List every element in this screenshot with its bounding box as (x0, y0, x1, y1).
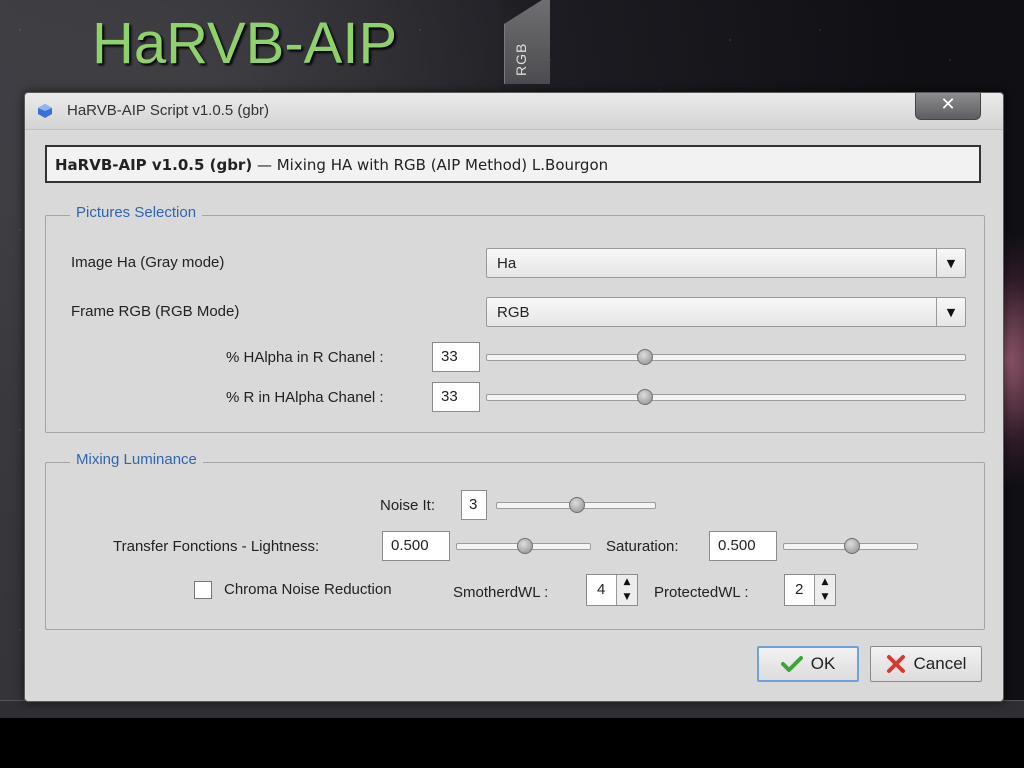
script-header: HaRVB-AIP v1.0.5 (gbr) — Mixing HA with … (45, 145, 981, 183)
r-halpha-slider[interactable] (486, 389, 966, 405)
title-bar[interactable]: HaRVB-AIP Script v1.0.5 (gbr) ✕ (25, 93, 1003, 130)
saturation-label: Saturation: (606, 538, 679, 555)
mixing-luminance-legend: Mixing Luminance (70, 451, 203, 468)
chevron-up-icon[interactable]: ▲ (617, 575, 637, 590)
pictures-selection-legend: Pictures Selection (70, 204, 203, 221)
script-header-description: — Mixing HA with RGB (AIP Method) L.Bour… (252, 156, 609, 174)
chroma-noise-label: Chroma Noise Reduction (224, 581, 392, 598)
chevron-up-icon[interactable]: ▲ (815, 575, 835, 590)
pictures-selection-group: Pictures Selection Image Ha (Gray mode) … (45, 204, 985, 433)
noise-slider[interactable] (496, 497, 656, 513)
check-icon (780, 656, 803, 672)
smothered-wl-spinbox[interactable]: 4 ▲ ▼ (586, 574, 638, 606)
noise-label: Noise It: (380, 497, 436, 514)
lightness-slider[interactable] (456, 538, 591, 554)
frame-rgb-label: Frame RGB (RGB Mode) (71, 303, 240, 320)
slider-thumb[interactable] (569, 497, 585, 513)
protected-wl-label: ProtectedWL : (654, 584, 749, 601)
slider-thumb[interactable] (637, 389, 654, 405)
close-button[interactable]: ✕ (915, 93, 981, 120)
chevron-down-icon[interactable]: ▼ (815, 590, 835, 605)
cancel-label: Cancel (913, 654, 967, 673)
chevron-down-icon[interactable]: ▼ (936, 298, 965, 326)
chevron-down-icon[interactable]: ▼ (617, 590, 637, 605)
slider-thumb[interactable] (843, 538, 860, 554)
frame-rgb-value: RGB (497, 304, 530, 321)
protected-wl-value: 2 (795, 581, 804, 598)
background-strip (0, 700, 1024, 718)
slide-title: HaRVB-AIP (92, 11, 398, 76)
image-ha-combo[interactable]: Ha ▼ (486, 248, 966, 278)
slider-thumb[interactable] (637, 349, 654, 365)
slider-track (486, 354, 966, 361)
image-ha-label: Image Ha (Gray mode) (71, 254, 225, 271)
smothered-wl-value: 4 (597, 581, 606, 598)
ok-label: OK (810, 654, 836, 673)
image-ha-value: Ha (497, 255, 517, 272)
protected-wl-spinbox[interactable]: 2 ▲ ▼ (784, 574, 836, 606)
slider-track (486, 394, 966, 401)
spin-buttons[interactable]: ▲ ▼ (814, 575, 835, 605)
chevron-down-icon[interactable]: ▼ (936, 249, 965, 277)
r-halpha-input[interactable]: 33 (432, 382, 480, 412)
mixing-luminance-group: Mixing Luminance Noise It: 3 Transfer Fo… (45, 451, 985, 630)
script-header-name: HaRVB-AIP v1.0.5 (gbr) (55, 156, 253, 174)
cancel-button[interactable]: Cancel (870, 646, 982, 682)
window-title: HaRVB-AIP Script v1.0.5 (gbr) (67, 102, 270, 119)
saturation-input[interactable]: 0.500 (709, 531, 777, 561)
r-halpha-label: % R in HAlpha Chanel : (226, 389, 384, 406)
cancel-x-icon (886, 655, 905, 673)
spin-buttons[interactable]: ▲ ▼ (616, 575, 637, 605)
halpha-r-label: % HAlpha in R Chanel : (226, 349, 384, 366)
chroma-noise-checkbox[interactable] (194, 581, 212, 599)
slider-thumb[interactable] (516, 538, 533, 554)
saturation-slider[interactable] (783, 538, 918, 554)
script-dialog: HaRVB-AIP Script v1.0.5 (gbr) ✕ HaRVB-AI… (24, 92, 1004, 702)
lightness-label: Transfer Fonctions - Lightness: (113, 538, 320, 555)
rgb-side-tab-label: RGB (513, 42, 529, 76)
smothered-wl-label: SmotherdWL : (453, 584, 549, 601)
halpha-r-slider[interactable] (486, 349, 966, 365)
ok-button[interactable]: OK (757, 646, 859, 682)
frame-rgb-combo[interactable]: RGB ▼ (486, 297, 966, 327)
noise-input[interactable]: 3 (461, 490, 487, 520)
halpha-r-input[interactable]: 33 (432, 342, 480, 372)
pixinsight-icon (38, 104, 52, 118)
lightness-input[interactable]: 0.500 (382, 531, 450, 561)
